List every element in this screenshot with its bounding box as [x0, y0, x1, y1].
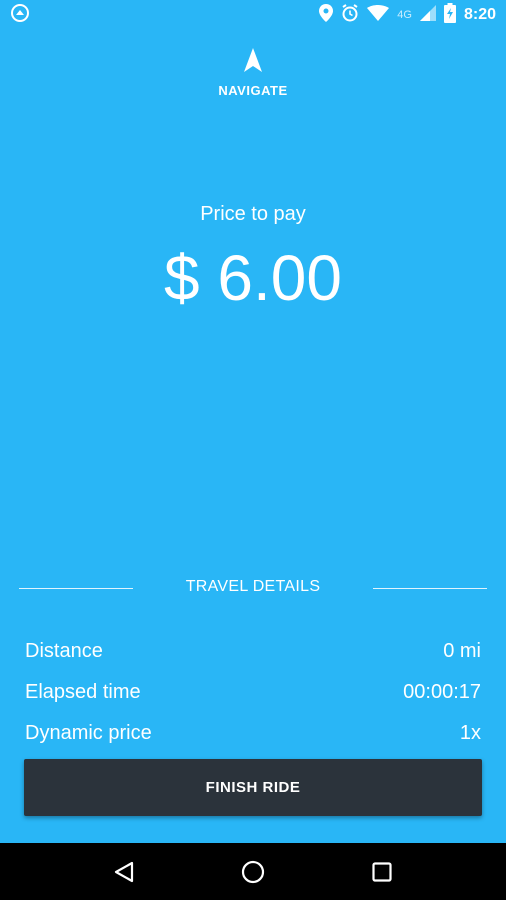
network-type-label: 4G: [397, 9, 412, 21]
navigate-button[interactable]: NAVIGATE: [203, 48, 303, 108]
system-nav-bar: [0, 843, 506, 900]
detail-row-elapsed-time: Elapsed time 00:00:17: [25, 681, 481, 704]
battery-charging-icon: [443, 2, 456, 28]
home-icon[interactable]: [233, 852, 273, 892]
status-bar: 4G 8:20: [0, 0, 506, 30]
finish-ride-button[interactable]: FINISH RIDE: [24, 759, 482, 816]
detail-row-dynamic-price: Dynamic price 1x: [25, 722, 481, 745]
recents-icon[interactable]: [362, 852, 402, 892]
status-right: 4G 8:20: [319, 2, 496, 28]
detail-label: Dynamic price: [25, 722, 152, 744]
status-left: [10, 3, 30, 28]
navigate-label: NAVIGATE: [218, 83, 288, 98]
detail-value: 0 mi: [443, 640, 481, 662]
price-value: $ 6.00: [164, 242, 342, 314]
wifi-icon: [367, 4, 390, 26]
detail-label: Distance: [25, 640, 103, 662]
price-label: Price to pay: [200, 203, 306, 225]
status-time: 8:20: [463, 6, 496, 23]
navigation-arrow-icon: [243, 48, 263, 77]
detail-value: 1x: [459, 722, 481, 744]
travel-details-title: TRAVEL DETAILS: [185, 578, 321, 595]
location-icon: [319, 3, 334, 27]
detail-value: 00:00:17: [403, 681, 481, 703]
alarm-icon: [341, 3, 359, 27]
cellular-signal-icon: [419, 4, 436, 26]
app-notification-icon: [10, 3, 30, 28]
back-icon[interactable]: [104, 852, 144, 892]
detail-label: Elapsed time: [25, 681, 141, 703]
divider-right: [373, 588, 487, 589]
detail-row-distance: Distance 0 mi: [25, 640, 481, 663]
